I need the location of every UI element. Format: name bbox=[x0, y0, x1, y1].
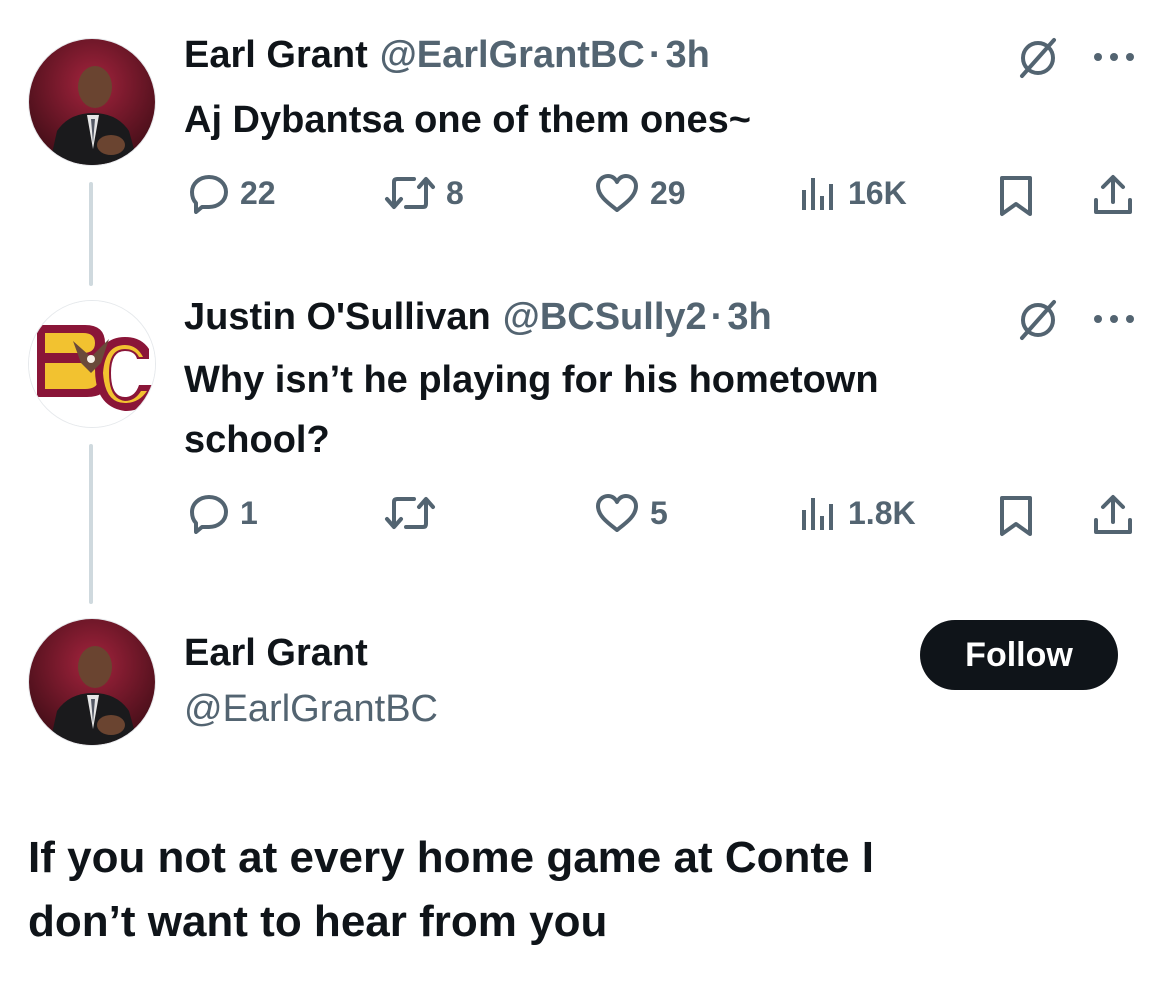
tweet-text-line: If you not at every home game at Conte I bbox=[28, 833, 874, 882]
views-count: 1.8K bbox=[848, 494, 916, 531]
author-handle[interactable]: @EarlGrantBC bbox=[184, 688, 438, 731]
timestamp[interactable]: 3h bbox=[666, 34, 710, 77]
thread-line bbox=[89, 182, 93, 286]
separator: · bbox=[648, 34, 662, 76]
reply-icon bbox=[188, 492, 230, 534]
more-icon[interactable] bbox=[1090, 312, 1138, 326]
follow-button[interactable]: Follow bbox=[920, 620, 1118, 690]
retweet-action[interactable] bbox=[384, 492, 446, 534]
tweet-text-line: Why isn’t he playing for his hometown bbox=[184, 359, 879, 401]
grok-icon[interactable] bbox=[1016, 298, 1060, 342]
reply-icon bbox=[188, 172, 230, 214]
views-count: 16K bbox=[848, 174, 907, 211]
retweet-count: 8 bbox=[446, 174, 464, 211]
bookmark-icon[interactable] bbox=[996, 494, 1036, 538]
separator: · bbox=[710, 296, 724, 338]
views-action[interactable]: 16K bbox=[796, 172, 907, 214]
author-handle[interactable]: @BCSully2 bbox=[503, 296, 707, 339]
retweet-icon bbox=[384, 172, 436, 214]
thread-line bbox=[89, 444, 93, 604]
tweet-text: Aj Dybantsa one of them ones~ bbox=[184, 99, 751, 141]
author-name[interactable]: Justin O'Sullivan bbox=[184, 296, 491, 339]
avatar[interactable] bbox=[28, 300, 156, 428]
author-name[interactable]: Earl Grant bbox=[184, 632, 368, 675]
grok-icon[interactable] bbox=[1016, 36, 1060, 80]
more-icon[interactable] bbox=[1090, 50, 1138, 64]
like-action[interactable]: 29 bbox=[594, 172, 686, 214]
timestamp[interactable]: 3h bbox=[727, 296, 771, 339]
retweet-icon bbox=[384, 492, 436, 534]
share-icon[interactable] bbox=[1090, 492, 1136, 538]
views-icon bbox=[796, 492, 838, 534]
like-action[interactable]: 5 bbox=[594, 492, 668, 534]
views-icon bbox=[796, 172, 838, 214]
reply-action[interactable]: 1 bbox=[188, 492, 258, 534]
tweet-text: Why isn’t he playing for his hometown sc… bbox=[184, 350, 879, 470]
author-handle[interactable]: @EarlGrantBC bbox=[380, 34, 645, 77]
like-count: 5 bbox=[650, 494, 668, 531]
views-action[interactable]: 1.8K bbox=[796, 492, 916, 534]
tweet-text-line: don’t want to hear from you bbox=[28, 897, 608, 946]
tweet-text-line: school? bbox=[184, 419, 330, 461]
bookmark-icon[interactable] bbox=[996, 174, 1036, 218]
reply-count: 1 bbox=[240, 494, 258, 531]
share-icon[interactable] bbox=[1090, 172, 1136, 218]
tweet-text: If you not at every home game at Conte I… bbox=[28, 826, 874, 954]
avatar[interactable] bbox=[28, 38, 156, 166]
author-name[interactable]: Earl Grant bbox=[184, 34, 368, 77]
reply-action[interactable]: 22 bbox=[188, 172, 276, 214]
avatar[interactable] bbox=[28, 618, 156, 746]
reply-count: 22 bbox=[240, 174, 276, 211]
retweet-action[interactable]: 8 bbox=[384, 172, 464, 214]
like-icon bbox=[594, 172, 640, 214]
like-count: 29 bbox=[650, 174, 686, 211]
like-icon bbox=[594, 492, 640, 534]
